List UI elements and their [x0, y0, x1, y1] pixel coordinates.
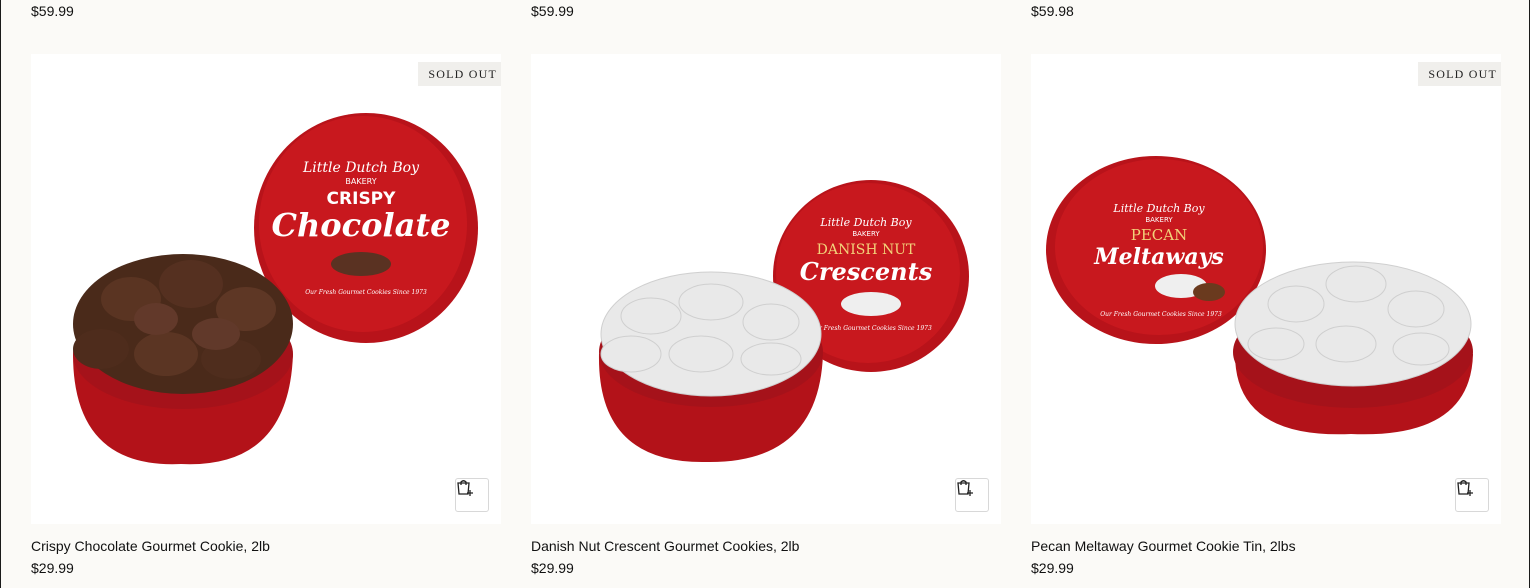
product-card[interactable]: Little Dutch Boy BAKERY DANISH NUT Cresc…: [531, 54, 1001, 576]
svg-text:BAKERY: BAKERY: [345, 177, 376, 186]
svg-text:Little Dutch Boy: Little Dutch Boy: [302, 160, 420, 176]
svg-text:Little Dutch Boy: Little Dutch Boy: [1112, 202, 1205, 215]
product-price: $29.99: [1031, 560, 1074, 576]
quick-add-button[interactable]: [455, 478, 489, 512]
svg-text:Meltaways: Meltaways: [1093, 244, 1224, 270]
product-title[interactable]: Danish Nut Crescent Gourmet Cookies, 2lb: [531, 538, 1001, 554]
previous-product-price: $59.98: [1031, 3, 1074, 19]
product-image[interactable]: Little Dutch Boy BAKERY CRISPY Chocolate…: [31, 54, 501, 524]
previous-row: $59.99 $59.99 $59.98: [1, 0, 1529, 24]
quick-add-cart-icon: [457, 480, 473, 496]
svg-text:PECAN: PECAN: [1131, 226, 1187, 244]
svg-text:Chocolate: Chocolate: [272, 206, 451, 244]
previous-product-price: $59.99: [531, 3, 574, 19]
product-title[interactable]: Pecan Meltaway Gourmet Cookie Tin, 2lbs: [1031, 538, 1501, 554]
product-image[interactable]: Little Dutch Boy BAKERY DANISH NUT Cresc…: [531, 54, 1001, 524]
quick-add-cart-icon: [957, 480, 973, 496]
cookie-tin-image: Little Dutch Boy BAKERY PECAN Meltaways …: [1046, 156, 1473, 435]
product-card[interactable]: Little Dutch Boy BAKERY PECAN Meltaways …: [1031, 54, 1501, 576]
product-card[interactable]: Little Dutch Boy BAKERY CRISPY Chocolate…: [31, 54, 501, 576]
cookie-tin-image: Little Dutch Boy BAKERY CRISPY Chocolate…: [73, 113, 478, 465]
quick-add-button[interactable]: [955, 478, 989, 512]
svg-text:Our Fresh Gourmet Cookies Sinc: Our Fresh Gourmet Cookies Since 1973: [305, 289, 427, 296]
quick-add-button[interactable]: [1455, 478, 1489, 512]
product-image[interactable]: Little Dutch Boy BAKERY PECAN Meltaways …: [1031, 54, 1501, 524]
sold-out-badge: SOLD OUT: [418, 62, 501, 86]
svg-text:BAKERY: BAKERY: [852, 230, 880, 238]
previous-product-price: $59.99: [31, 3, 74, 19]
cookie-tin-image: Little Dutch Boy BAKERY DANISH NUT Cresc…: [598, 180, 969, 463]
svg-text:BAKERY: BAKERY: [1145, 216, 1173, 224]
product-price: $29.99: [531, 560, 574, 576]
svg-text:Little Dutch Boy: Little Dutch Boy: [819, 216, 912, 229]
svg-text:Crescents: Crescents: [800, 257, 933, 286]
svg-text:Our Fresh Gourmet Cookies Sinc: Our Fresh Gourmet Cookies Since 1973: [1100, 311, 1222, 318]
sold-out-badge: SOLD OUT: [1418, 62, 1501, 86]
product-price: $29.99: [31, 560, 74, 576]
quick-add-cart-icon: [1457, 480, 1473, 496]
product-title[interactable]: Crispy Chocolate Gourmet Cookie, 2lb: [31, 538, 501, 554]
svg-text:DANISH NUT: DANISH NUT: [817, 242, 916, 258]
svg-text:Our Fresh Gourmet Cookies Sinc: Our Fresh Gourmet Cookies Since 1973: [810, 325, 932, 332]
